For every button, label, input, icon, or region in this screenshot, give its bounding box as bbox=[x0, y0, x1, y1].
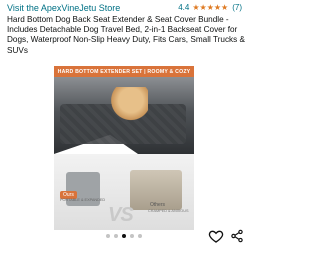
rating[interactable]: 4.4 ★ ★ ★ ★ ★ (7) bbox=[178, 3, 242, 12]
product-image[interactable]: HARD BOTTOM EXTENDER SET | ROOMY & COZY … bbox=[44, 64, 205, 230]
carousel-dots bbox=[106, 234, 142, 238]
carousel-dot[interactable] bbox=[122, 234, 126, 238]
dog-graphic bbox=[110, 87, 148, 125]
star-icon: ★ bbox=[213, 3, 222, 12]
rating-value: 4.4 bbox=[178, 3, 190, 12]
others-tag: Others bbox=[150, 202, 166, 208]
image-banner: HARD BOTTOM EXTENDER SET | ROOMY & COZY bbox=[54, 66, 194, 77]
vs-label: VS bbox=[108, 204, 134, 226]
half-star-icon: ★ bbox=[221, 3, 229, 12]
star-icon: ★ bbox=[192, 3, 200, 12]
product-title: Hard Bottom Dog Back Seat Extender & Sea… bbox=[7, 15, 245, 55]
store-link[interactable]: Visit the ApexVineJetu Store bbox=[7, 3, 120, 13]
star-icon: ★ bbox=[206, 3, 214, 12]
others-subtitle: CRAMPED & ANXIOUS bbox=[148, 209, 189, 213]
star-rating-icon: ★ ★ ★ ★ ★ bbox=[192, 3, 228, 12]
carousel-dot[interactable] bbox=[138, 234, 142, 238]
carousel-dot[interactable] bbox=[130, 234, 134, 238]
heart-icon[interactable] bbox=[208, 228, 224, 244]
carousel-dot[interactable] bbox=[106, 234, 110, 238]
ours-subtitle: PORTABLE & EXPANDED bbox=[60, 198, 106, 202]
carousel-dot[interactable] bbox=[114, 234, 118, 238]
star-icon: ★ bbox=[199, 3, 207, 12]
share-icon[interactable] bbox=[230, 228, 244, 244]
rating-count: (7) bbox=[232, 3, 242, 12]
